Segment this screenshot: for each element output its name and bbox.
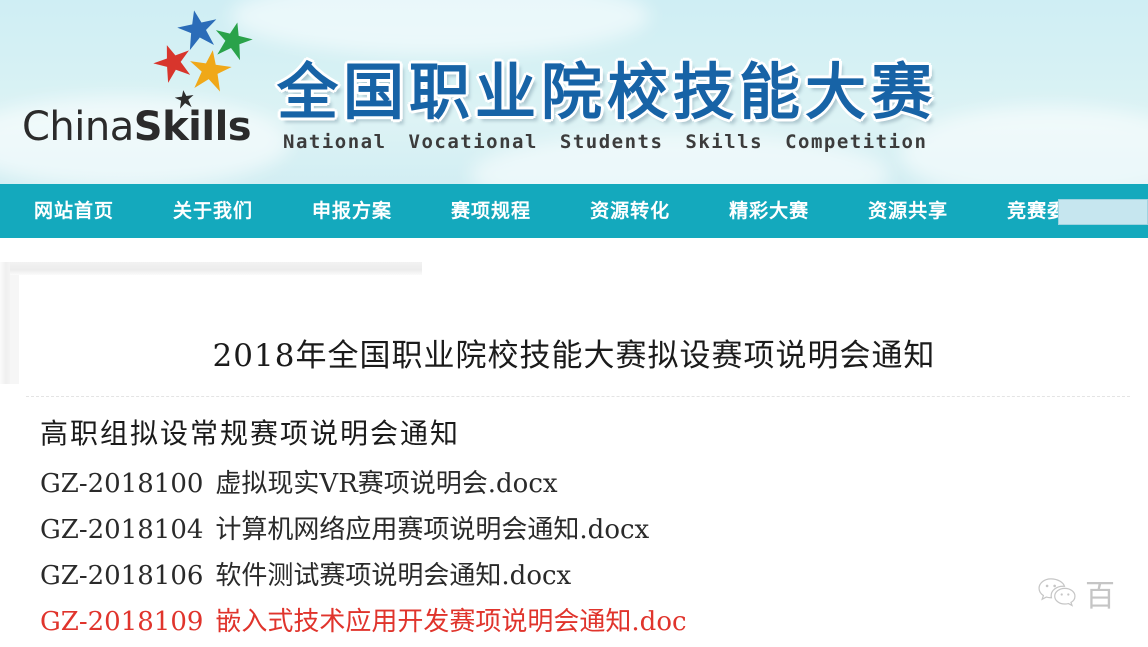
banner-subtitle: National Vocational Students Skills Competit… xyxy=(283,131,927,153)
nav-item-about-us[interactable]: 关于我们 xyxy=(160,184,266,238)
subtitle-word: Competition xyxy=(785,131,928,153)
document-name: 计算机网络应用赛项说明会通知.docx xyxy=(215,515,650,545)
page-title: 2018年全国职业院校技能大赛拟设赛项说明会通知 xyxy=(212,338,936,374)
list-item[interactable]: GZ-2018104 计算机网络应用赛项说明会通知.docx xyxy=(40,509,1100,546)
star-blue-icon xyxy=(174,6,221,51)
document-list: 高职组拟设常规赛项说明会通知 GZ-2018100 虚拟现实VR赛项说明会.doc… xyxy=(40,412,1100,647)
site-banner: ChinaSkills 全国职业院校技能大赛 National Vocationa… xyxy=(0,0,1148,184)
nav-item-list: 网站首页 关于我们 申报方案 赛项规程 资源转化 精彩大赛 资源共享 竞赛委 xyxy=(0,184,1080,238)
document-code: GZ-2018106 xyxy=(40,561,204,591)
section-divider xyxy=(26,396,1130,397)
list-item[interactable]: GZ-2018109 嵌入式技术应用开发赛项说明会通知.doc xyxy=(40,601,1100,638)
star-orange-icon xyxy=(186,47,233,92)
document-code: GZ-2018104 xyxy=(40,515,204,545)
document-code: GZ-2018100 xyxy=(40,469,204,499)
main-navigation: 网站首页 关于我们 申报方案 赛项规程 资源转化 精彩大赛 资源共享 竞赛委 xyxy=(0,184,1148,238)
document-name: 虚拟现实VR赛项说明会.docx xyxy=(215,469,558,499)
document-name: 嵌入式技术应用开发赛项说明会通知.doc xyxy=(215,607,687,637)
star-red-icon xyxy=(149,39,197,86)
chinaskills-logo-stars xyxy=(142,8,260,116)
nav-item-application[interactable]: 申报方案 xyxy=(299,184,405,238)
search-input[interactable] xyxy=(1058,199,1148,225)
document-name: 软件测试赛项说明会通知.docx xyxy=(215,561,572,591)
panel-edge-decoration xyxy=(10,262,422,275)
nav-item-highlights[interactable]: 精彩大赛 xyxy=(716,184,822,238)
wechat-icon xyxy=(1038,578,1076,607)
nav-item-home[interactable]: 网站首页 xyxy=(21,184,127,238)
wordmark-china: China xyxy=(22,104,134,150)
wordmark-skills: Skills xyxy=(133,104,252,150)
subtitle-word: Students xyxy=(559,131,664,153)
list-item[interactable]: GZ-2018100 虚拟现实VR赛项说明会.docx xyxy=(40,463,1100,500)
watermark-label: 百 xyxy=(1085,579,1115,614)
list-heading: 高职组拟设常规赛项说明会通知 xyxy=(40,417,461,450)
banner-title: 全国职业院校技能大赛 xyxy=(277,57,938,128)
star-green-icon xyxy=(210,18,256,62)
list-item[interactable]: GZ-2018106 软件测试赛项说明会通知.docx xyxy=(40,555,1100,592)
wechat-watermark: 百 xyxy=(1036,569,1148,617)
document-code: GZ-2018109 xyxy=(40,607,204,637)
cloud-decoration xyxy=(900,106,1148,184)
nav-item-rules[interactable]: 赛项规程 xyxy=(438,184,544,238)
content-area: 2018年全国职业院校技能大赛拟设赛项说明会通知 高职组拟设常规赛项说明会通知 … xyxy=(0,238,1148,646)
nav-item-resource-conversion[interactable]: 资源转化 xyxy=(577,184,683,238)
chinaskills-wordmark[interactable]: ChinaSkills xyxy=(22,104,252,150)
subtitle-word: Vocational xyxy=(408,131,538,153)
subtitle-word: National xyxy=(283,131,387,153)
subtitle-word: Skills xyxy=(685,131,764,153)
nav-item-resource-sharing[interactable]: 资源共享 xyxy=(855,184,961,238)
